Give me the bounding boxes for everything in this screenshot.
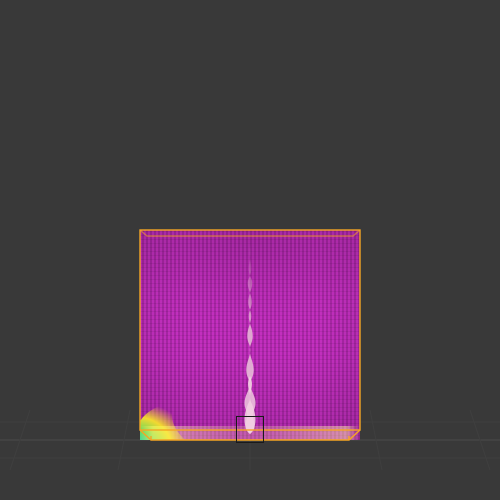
- viewport-3d[interactable]: [0, 0, 500, 500]
- smoke-volume-voxels: [140, 230, 360, 440]
- smoke-flow-emitter[interactable]: [236, 416, 264, 443]
